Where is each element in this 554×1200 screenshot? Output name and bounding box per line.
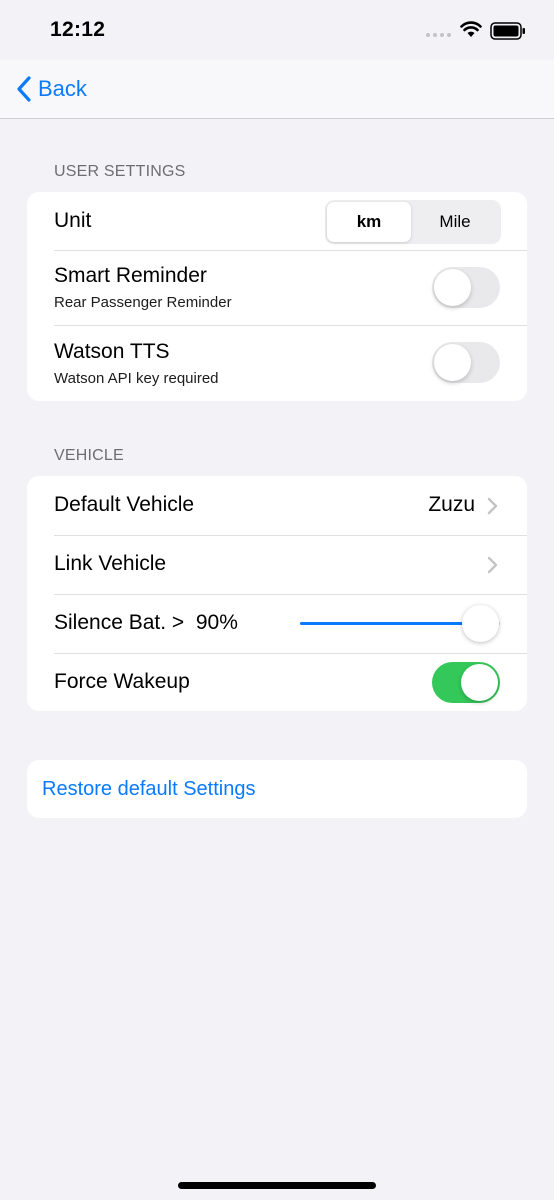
unit-row: Unit km Mile xyxy=(27,192,527,250)
force-wakeup-toggle[interactable] xyxy=(432,662,500,703)
signal-icon xyxy=(426,33,451,37)
default-vehicle-value: Zuzu xyxy=(428,493,475,516)
chevron-right-icon xyxy=(487,497,498,515)
section-header-user-settings: USER SETTINGS xyxy=(54,163,186,180)
status-time: 12:12 xyxy=(50,18,106,41)
wifi-icon xyxy=(460,21,482,37)
link-vehicle-label: Link Vehicle xyxy=(54,552,167,575)
watson-tts-row: Watson TTS Watson API key required xyxy=(27,325,527,401)
force-wakeup-label: Force Wakeup xyxy=(54,670,190,693)
default-vehicle-label: Default Vehicle xyxy=(54,493,195,516)
unit-label: Unit xyxy=(54,209,92,232)
user-settings-group: Unit km Mile Smart Reminder Rear Passeng… xyxy=(27,192,527,401)
unit-segmented-control[interactable]: km Mile xyxy=(325,200,501,244)
section-header-vehicle: VEHICLE xyxy=(54,447,124,464)
force-wakeup-row: Force Wakeup xyxy=(27,653,527,711)
silence-battery-slider[interactable] xyxy=(300,605,500,643)
battery-icon xyxy=(490,22,525,40)
slider-fill xyxy=(300,622,480,625)
toggle-knob xyxy=(434,344,471,381)
smart-reminder-label: Smart Reminder xyxy=(54,264,207,287)
back-label: Back xyxy=(38,76,87,101)
smart-reminder-subtitle: Rear Passenger Reminder xyxy=(54,294,232,311)
default-vehicle-row[interactable]: Default Vehicle Zuzu xyxy=(27,476,527,535)
back-button[interactable]: Back xyxy=(16,74,87,104)
watson-tts-toggle[interactable] xyxy=(432,342,500,383)
status-bar: 12:12 xyxy=(0,0,554,60)
link-vehicle-row[interactable]: Link Vehicle xyxy=(27,535,527,594)
toggle-knob xyxy=(434,269,471,306)
watson-tts-label: Watson TTS xyxy=(54,340,170,363)
restore-defaults-label: Restore default Settings xyxy=(42,778,256,800)
restore-defaults-button[interactable]: Restore default Settings xyxy=(27,760,527,818)
smart-reminder-toggle[interactable] xyxy=(432,267,500,308)
silence-battery-label: Silence Bat. > 90% xyxy=(54,611,238,634)
smart-reminder-row: Smart Reminder Rear Passenger Reminder xyxy=(27,250,527,325)
unit-option-km[interactable]: km xyxy=(327,202,411,242)
home-indicator xyxy=(178,1182,376,1189)
vehicle-group: Default Vehicle Zuzu Link Vehicle Silenc… xyxy=(27,476,527,711)
silence-battery-row: Silence Bat. > 90% xyxy=(27,594,527,653)
watson-tts-subtitle: Watson API key required xyxy=(54,370,219,387)
slider-thumb[interactable] xyxy=(461,605,499,642)
chevron-right-icon xyxy=(487,556,498,574)
unit-option-mile[interactable]: Mile xyxy=(413,202,497,242)
chevron-left-icon xyxy=(17,76,31,102)
toggle-knob xyxy=(461,664,498,701)
navigation-bar: Back xyxy=(0,60,554,119)
